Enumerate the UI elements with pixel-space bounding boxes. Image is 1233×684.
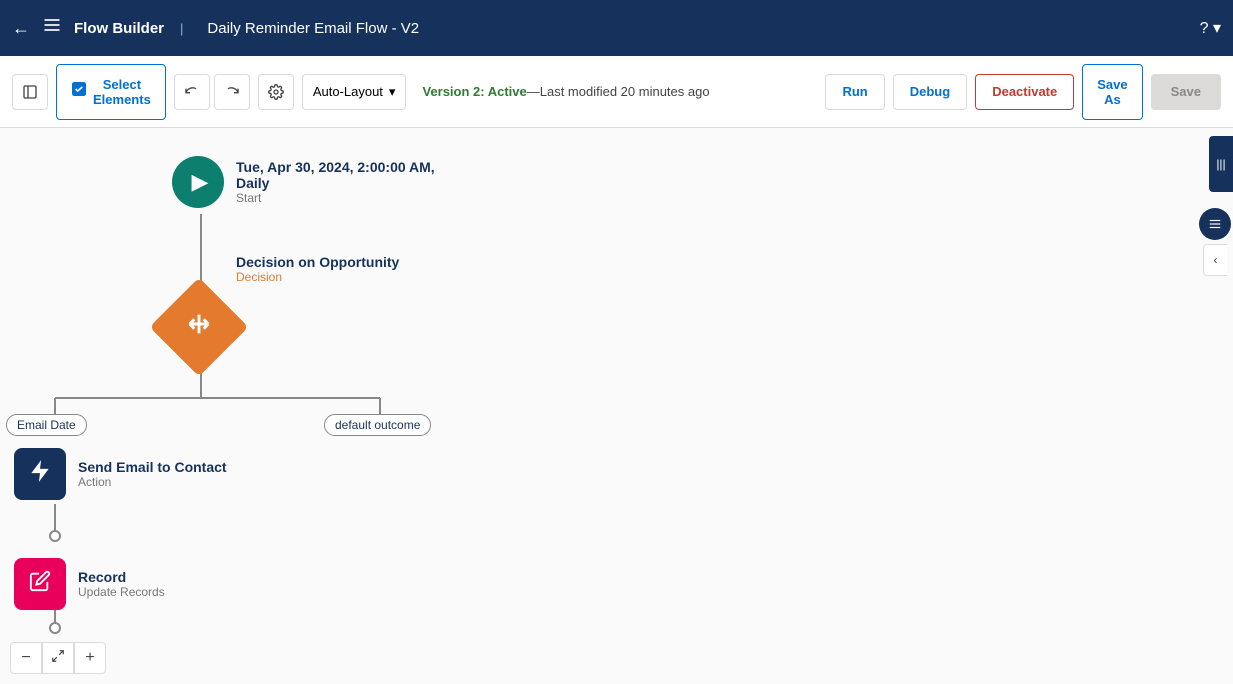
record-label: Record Update Records: [78, 569, 165, 599]
deactivate-button[interactable]: Deactivate: [975, 74, 1074, 110]
zoom-in-button[interactable]: +: [74, 642, 106, 674]
branch-left-label[interactable]: Email Date: [6, 414, 87, 436]
email-date-text: Email Date: [17, 418, 76, 432]
decision-node[interactable]: Decision on Opportunity Decision: [164, 292, 234, 362]
navbar: ← Flow Builder | Daily Reminder Email Fl…: [0, 0, 1233, 56]
toggle-sidebar-button[interactable]: [12, 74, 48, 110]
zoom-out-button[interactable]: −: [10, 642, 42, 674]
app-title: Flow Builder: [74, 20, 164, 37]
mini-panel-button[interactable]: [1199, 208, 1231, 240]
start-node[interactable]: ▶ Tue, Apr 30, 2024, 2:00:00 AM, Daily S…: [172, 156, 435, 208]
record-update-node[interactable]: Record Update Records: [14, 558, 165, 610]
save-as-bottom: As: [1104, 92, 1121, 107]
record-icon[interactable]: [14, 558, 66, 610]
lightning-icon: [27, 458, 53, 491]
right-panel-icon: |||: [1216, 157, 1225, 171]
save-as-button[interactable]: Save As: [1082, 64, 1142, 120]
action-icon[interactable]: [14, 448, 66, 500]
start-icon[interactable]: ▶: [172, 156, 224, 208]
expand-icon: [51, 649, 65, 668]
toolbar: Select Elements Auto-Layout ▾ Version 2:…: [0, 56, 1233, 128]
version-info: Version 2: Active—Last modified 20 minut…: [422, 84, 817, 99]
pencil-icon: [29, 570, 51, 598]
flow-name: Daily Reminder Email Flow - V2: [207, 20, 419, 37]
select-elements-button[interactable]: Select Elements: [56, 64, 166, 120]
settings-button[interactable]: [258, 74, 294, 110]
default-outcome-text: default outcome: [335, 418, 420, 432]
flow-builder-icon: [42, 15, 62, 41]
decision-type: Decision: [236, 270, 399, 284]
help-icon[interactable]: ? ▾: [1200, 18, 1221, 38]
action-label: Send Email to Contact Action: [78, 459, 227, 489]
zoom-fit-button[interactable]: [42, 642, 74, 674]
action-node[interactable]: Send Email to Contact Action: [14, 448, 227, 500]
start-type: Start: [236, 191, 435, 205]
right-panel-toggle[interactable]: |||: [1209, 136, 1233, 192]
flow-connectors: [0, 128, 1233, 684]
active-indicator: Version 2: Active: [422, 84, 526, 99]
zoom-controls: − +: [10, 642, 106, 674]
decision-icon: [185, 310, 213, 344]
back-arrow-icon: ←: [12, 18, 30, 39]
save-button[interactable]: Save: [1151, 74, 1221, 110]
run-button[interactable]: Run: [825, 74, 884, 110]
debug-button[interactable]: Debug: [893, 74, 967, 110]
auto-layout-label: Auto-Layout: [313, 84, 383, 99]
record-title: Record: [78, 569, 165, 585]
save-as-top: Save: [1097, 77, 1127, 92]
play-icon: ▶: [192, 169, 209, 195]
plus-icon: +: [85, 649, 94, 667]
undo-redo-group: [174, 74, 250, 110]
decision-title: Decision on Opportunity: [236, 254, 399, 270]
start-label: Tue, Apr 30, 2024, 2:00:00 AM, Daily Sta…: [236, 159, 435, 205]
select-label-bottom: Elements: [93, 92, 151, 107]
branch-right-label[interactable]: default outcome: [324, 414, 431, 436]
mini-panel-chevron[interactable]: ‹: [1203, 244, 1227, 276]
minus-icon: −: [21, 649, 30, 667]
record-type: Update Records: [78, 585, 165, 599]
right-mini-panel: ‹: [1197, 208, 1233, 276]
auto-layout-chevron: ▾: [389, 84, 396, 100]
action-title: Send Email to Contact: [78, 459, 227, 475]
action-type: Action: [78, 475, 227, 489]
redo-button[interactable]: [214, 74, 250, 110]
check-icon: [71, 81, 87, 102]
decision-diamond[interactable]: [150, 278, 249, 377]
decision-label: Decision on Opportunity Decision: [236, 254, 399, 284]
auto-layout-button[interactable]: Auto-Layout ▾: [302, 74, 407, 110]
back-button[interactable]: ←: [12, 18, 30, 39]
flow-canvas: ▶ Tue, Apr 30, 2024, 2:00:00 AM, Daily S…: [0, 128, 1233, 684]
select-label-top: Select: [103, 77, 141, 92]
undo-button[interactable]: [174, 74, 210, 110]
start-title: Tue, Apr 30, 2024, 2:00:00 AM, Daily: [236, 159, 435, 191]
